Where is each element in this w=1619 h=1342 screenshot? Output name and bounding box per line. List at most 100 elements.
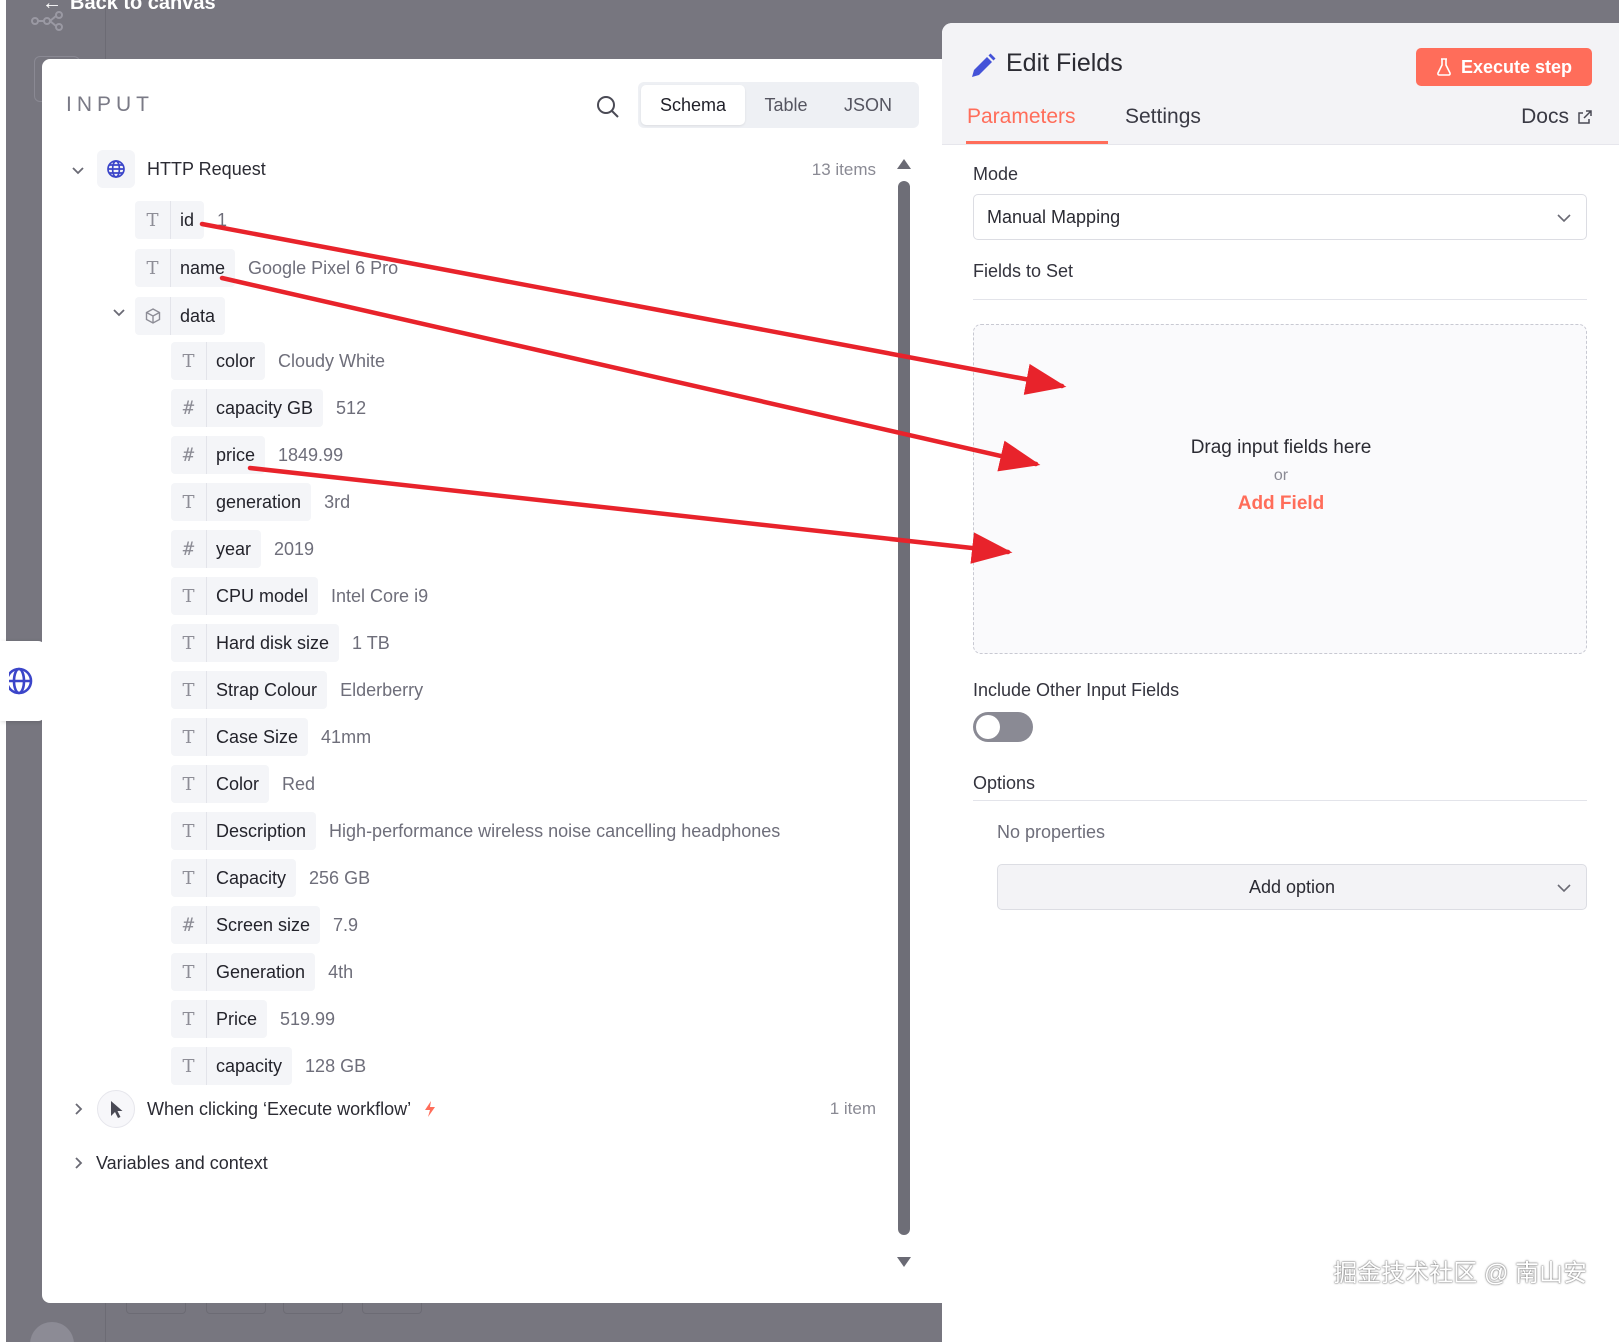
flask-icon <box>1437 58 1451 76</box>
field-value: Google Pixel 6 Pro <box>248 257 399 278</box>
field-value: Red <box>282 773 316 794</box>
trigger-item-count: 1 item <box>829 1099 876 1118</box>
variables-context-node[interactable]: Variables and context <box>96 1144 268 1182</box>
node-title: Edit Fields <box>1006 49 1123 77</box>
schema-field-row[interactable]: # capacity GB 512 <box>171 389 366 427</box>
schema-object-row[interactable]: data <box>135 297 226 335</box>
http-node-tab[interactable] <box>0 641 46 721</box>
schema-field-row[interactable]: T Color Red <box>171 765 315 803</box>
text-type-icon: T <box>171 765 207 803</box>
field-key: Description <box>216 820 307 841</box>
field-value: 1 TB <box>352 632 390 653</box>
schema-field-row[interactable]: Tgeneration 3rd <box>171 483 350 521</box>
include-other-fields-label: Include Other Input Fields <box>973 680 1180 700</box>
http-request-node[interactable]: HTTP Request <box>97 150 266 188</box>
schema-field-row[interactable]: # year 2019 <box>171 530 314 568</box>
search-icon[interactable] <box>594 93 622 121</box>
field-value: High-performance wireless noise cancelli… <box>329 820 781 841</box>
schema-field-row[interactable]: T Price 519.99 <box>171 1000 335 1038</box>
input-panel: INPUT Schema Table JSON HTTP Request 13 … <box>42 59 942 1303</box>
schema-field-row[interactable]: Tid 1 <box>135 201 227 239</box>
field-key: Case Size <box>216 726 299 747</box>
schema-field-row[interactable]: T CPU model Intel Core i9 <box>171 577 428 615</box>
tab-schema[interactable]: Schema <box>641 85 745 125</box>
view-mode-tabs: Schema Table JSON <box>638 82 919 128</box>
globe-icon <box>97 150 135 188</box>
schema-field-row[interactable]: # Screen size 7.9 <box>171 906 358 944</box>
edit-fields-panel: Edit Fields Execute step Parameters Sett… <box>942 23 1619 1342</box>
docs-link[interactable]: Docs <box>1521 105 1593 129</box>
schema-field-row[interactable]: # price 1849.99 <box>171 436 343 474</box>
schema-field-row[interactable]: T Hard disk size 1 TB <box>171 624 390 662</box>
chevron-down-icon[interactable] <box>68 160 88 180</box>
fields-dropzone[interactable]: Drag input fields here or Add Field <box>973 324 1587 654</box>
external-link-icon <box>1578 110 1592 124</box>
field-value: 1849.99 <box>278 444 344 465</box>
field-key: color <box>216 350 256 371</box>
toggle-knob <box>976 715 1000 739</box>
mode-label: Mode <box>973 164 1019 184</box>
input-panel-title: INPUT <box>66 93 154 116</box>
scrollbar[interactable] <box>890 155 916 1267</box>
dropzone-or: or <box>1273 467 1289 484</box>
manual-trigger-node[interactable]: When clicking ‘Execute workflow’ <box>97 1090 437 1128</box>
field-key: Price <box>216 1008 258 1029</box>
tab-parameters[interactable]: Parameters <box>967 105 1076 129</box>
field-key: capacity GB <box>216 397 314 418</box>
text-type-icon: T <box>171 1047 207 1085</box>
schema-field-row[interactable]: T Strap Colour Elderberry <box>171 671 423 709</box>
add-option-select[interactable]: Add option <box>997 864 1587 910</box>
field-key: data <box>180 305 216 326</box>
field-key: generation <box>216 491 302 512</box>
docs-label: Docs <box>1521 105 1569 128</box>
field-value: Cloudy White <box>278 350 386 371</box>
text-type-icon: T <box>171 483 207 521</box>
schema-field-row[interactable]: T Generation 4th <box>171 953 353 991</box>
divider <box>973 299 1587 300</box>
tab-json[interactable]: JSON <box>827 85 909 125</box>
text-type-icon: T <box>171 953 207 991</box>
schema-field-row[interactable]: Tcolor Cloudy White <box>171 342 385 380</box>
back-to-canvas-label: Back to canvas <box>70 0 216 14</box>
execute-step-button[interactable]: Execute step <box>1416 48 1592 86</box>
add-option-label: Add option <box>1248 876 1336 897</box>
back-to-canvas-link[interactable]: ← Back to canvas <box>42 0 216 15</box>
field-value: Intel Core i9 <box>331 585 429 606</box>
number-type-icon: # <box>171 906 207 944</box>
schema-field-row[interactable]: T Description High-performance wireless no… <box>171 812 780 850</box>
tab-table[interactable]: Table <box>745 85 827 125</box>
text-type-icon: T <box>171 812 207 850</box>
chevron-right-icon[interactable] <box>68 1099 88 1119</box>
mode-value: Manual Mapping <box>987 206 1121 227</box>
field-value: 519.99 <box>280 1008 336 1029</box>
execute-step-label: Execute step <box>1460 56 1573 77</box>
schema-field-row[interactable]: T Capacity 256 GB <box>171 859 370 897</box>
mode-select[interactable]: Manual Mapping <box>973 194 1587 240</box>
field-value: 3rd <box>324 491 351 512</box>
scroll-thumb[interactable] <box>898 181 910 1235</box>
globe-icon <box>9 667 33 695</box>
pencil-icon <box>972 53 996 77</box>
field-value: 41mm <box>321 726 372 747</box>
http-request-label: HTTP Request <box>147 158 266 179</box>
tab-settings[interactable]: Settings <box>1125 105 1201 129</box>
dropzone-text: Drag input fields here <box>1190 437 1372 458</box>
chevron-down-icon[interactable] <box>109 302 129 322</box>
chevron-right-icon[interactable] <box>68 1153 88 1173</box>
manual-trigger-label: When clicking ‘Execute workflow’ <box>147 1098 412 1119</box>
field-key: price <box>216 444 256 465</box>
schema-field-row[interactable]: T Case Size 41mm <box>171 718 371 756</box>
include-other-fields-toggle[interactable] <box>973 712 1033 742</box>
field-value: Elderberry <box>340 679 424 700</box>
scroll-down-icon[interactable] <box>897 1257 911 1267</box>
schema-field-row[interactable]: Tcapacity 128 GB <box>171 1047 366 1085</box>
text-type-icon: T <box>171 859 207 897</box>
add-field-link[interactable]: Add Field <box>974 493 1588 515</box>
field-key: Capacity <box>216 867 287 888</box>
no-properties-text: No properties <box>997 822 1106 842</box>
field-key: Generation <box>216 961 306 982</box>
number-type-icon: # <box>171 389 207 427</box>
schema-field-row[interactable]: Tname Google Pixel 6 Pro <box>135 249 398 287</box>
field-key: id <box>180 209 195 230</box>
scroll-up-icon[interactable] <box>897 159 911 169</box>
